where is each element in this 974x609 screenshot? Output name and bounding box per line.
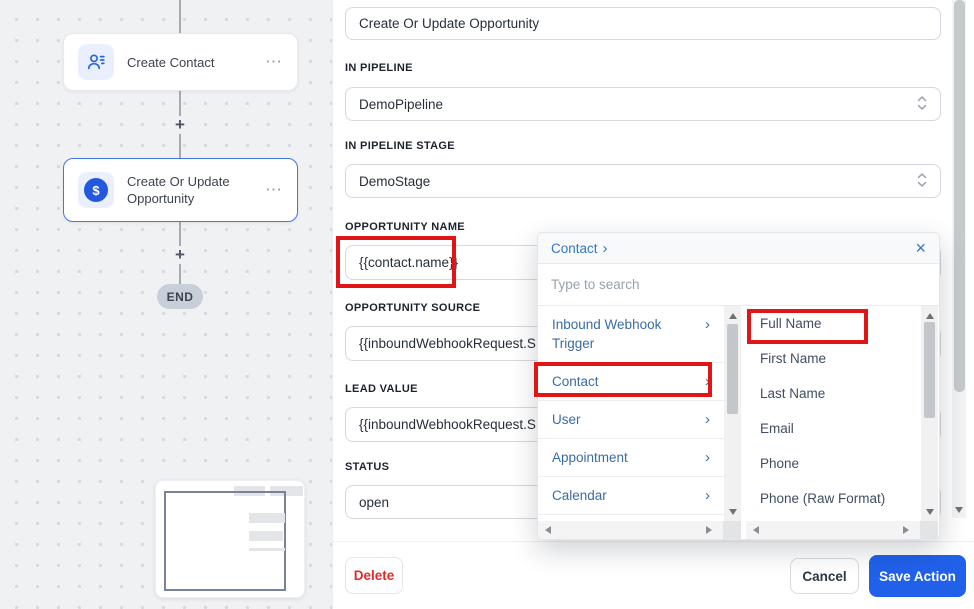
menu-item-inbound-webhook-trigger[interactable]: Inbound Webhook Trigger › xyxy=(538,306,724,363)
scroll-left-arrow[interactable] xyxy=(540,521,556,539)
scroll-up-arrow[interactable] xyxy=(724,308,741,323)
scrollbar-corner xyxy=(920,521,938,539)
node-create-or-update-opportunity[interactable]: $ Create Or Update Opportunity ⋯ xyxy=(63,158,298,222)
field-item-email[interactable]: Email xyxy=(746,411,921,446)
scrollbar-thumb[interactable] xyxy=(727,324,738,414)
search-input[interactable] xyxy=(551,277,926,292)
chevron-right-icon: › xyxy=(603,240,608,257)
category-list-scrollbar[interactable] xyxy=(724,306,741,521)
panel-scrollbar-thumb[interactable] xyxy=(954,0,965,392)
menu-item-appointment[interactable]: Appointment › xyxy=(538,439,724,477)
panel-scroll-down-arrow[interactable] xyxy=(952,502,966,518)
connector-line xyxy=(179,0,181,33)
breadcrumb[interactable]: Contact › xyxy=(551,240,608,257)
in-pipeline-stage-select[interactable]: DemoStage xyxy=(345,164,941,198)
node-options-menu-icon[interactable]: ⋯ xyxy=(265,52,283,72)
contact-icon xyxy=(78,44,114,80)
panel-scrollbar[interactable] xyxy=(952,0,966,518)
menu-item-calendar[interactable]: Calendar › xyxy=(538,477,724,515)
minimap-node-bar xyxy=(249,548,285,551)
workflow-builder-screen: Create Contact ⋯ + $ Create Or Update Op… xyxy=(0,0,974,609)
minimap-node-bar xyxy=(249,513,285,523)
action-name-input[interactable] xyxy=(345,7,941,40)
chevron-right-icon: › xyxy=(705,448,710,467)
node-options-menu-icon[interactable]: ⋯ xyxy=(265,180,283,200)
lead-value-label: LEAD VALUE xyxy=(345,383,418,395)
scroll-up-arrow[interactable] xyxy=(921,308,938,323)
panel-footer: Delete Cancel Save Action xyxy=(333,541,974,609)
node-label: Create Contact xyxy=(127,54,252,71)
custom-values-popover: Contact › × Inbound Webhook Trigger › Con… xyxy=(537,232,940,540)
menu-item-user[interactable]: User › xyxy=(538,401,724,439)
opportunity-name-label: OPPORTUNITY NAME xyxy=(345,221,465,233)
delete-button[interactable]: Delete xyxy=(345,557,403,594)
select-chevrons-icon xyxy=(917,95,927,114)
field-list-hscrollbar[interactable] xyxy=(746,521,938,539)
popover-search-row xyxy=(538,264,939,306)
field-item-phone-raw-format[interactable]: Phone (Raw Format) xyxy=(746,481,921,516)
scroll-right-arrow[interactable] xyxy=(898,521,914,539)
close-icon[interactable]: × xyxy=(915,240,926,256)
add-step-button[interactable]: + xyxy=(171,116,189,134)
select-chevrons-icon xyxy=(917,172,927,191)
scroll-down-arrow[interactable] xyxy=(724,504,741,519)
canvas-minimap[interactable] xyxy=(155,480,305,598)
minimap-node-bar xyxy=(249,531,283,541)
node-label: Create Or Update Opportunity xyxy=(127,173,252,207)
save-action-button[interactable]: Save Action xyxy=(869,555,966,597)
field-list-scrollbar[interactable] xyxy=(921,306,938,521)
status-label: STATUS xyxy=(345,461,389,473)
workflow-end-badge: END xyxy=(157,284,203,309)
scrollbar-corner xyxy=(723,521,741,539)
cancel-button[interactable]: Cancel xyxy=(790,558,859,594)
popover-header: Contact › × xyxy=(538,233,939,264)
add-step-button[interactable]: + xyxy=(171,246,189,264)
in-pipeline-stage-value: DemoStage xyxy=(359,174,430,189)
scroll-down-arrow[interactable] xyxy=(921,504,938,519)
field-item-first-name[interactable]: First Name xyxy=(746,341,921,376)
field-item-last-name[interactable]: Last Name xyxy=(746,376,921,411)
menu-item-contact[interactable]: Contact › xyxy=(538,363,724,401)
in-pipeline-value: DemoPipeline xyxy=(359,97,443,112)
minimap-viewport[interactable] xyxy=(164,491,286,591)
chevron-right-icon: › xyxy=(705,410,710,429)
in-pipeline-stage-label: IN PIPELINE STAGE xyxy=(345,140,455,152)
field-item-full-name[interactable]: Full Name xyxy=(746,306,921,341)
field-item-phone[interactable]: Phone xyxy=(746,446,921,481)
scroll-right-arrow[interactable] xyxy=(701,521,717,539)
scroll-left-arrow[interactable] xyxy=(748,521,764,539)
category-list-hscrollbar[interactable] xyxy=(538,521,741,539)
opportunity-source-label: OPPORTUNITY SOURCE xyxy=(345,302,480,314)
workflow-canvas[interactable]: Create Contact ⋯ + $ Create Or Update Op… xyxy=(0,0,333,609)
popover-body: Inbound Webhook Trigger › Contact › User… xyxy=(538,306,939,540)
category-list: Inbound Webhook Trigger › Contact › User… xyxy=(538,306,724,521)
in-pipeline-select[interactable]: DemoPipeline xyxy=(345,87,941,121)
opportunity-dollar-icon: $ xyxy=(78,172,114,208)
chevron-right-icon: › xyxy=(705,372,710,391)
field-list: Full Name First Name Last Name Email Pho… xyxy=(746,306,921,521)
in-pipeline-label: IN PIPELINE xyxy=(345,62,413,74)
chevron-right-icon: › xyxy=(705,315,710,334)
scrollbar-thumb[interactable] xyxy=(924,322,935,418)
breadcrumb-label: Contact xyxy=(551,241,598,256)
chevron-right-icon: › xyxy=(705,486,710,505)
node-create-contact[interactable]: Create Contact ⋯ xyxy=(63,33,298,91)
